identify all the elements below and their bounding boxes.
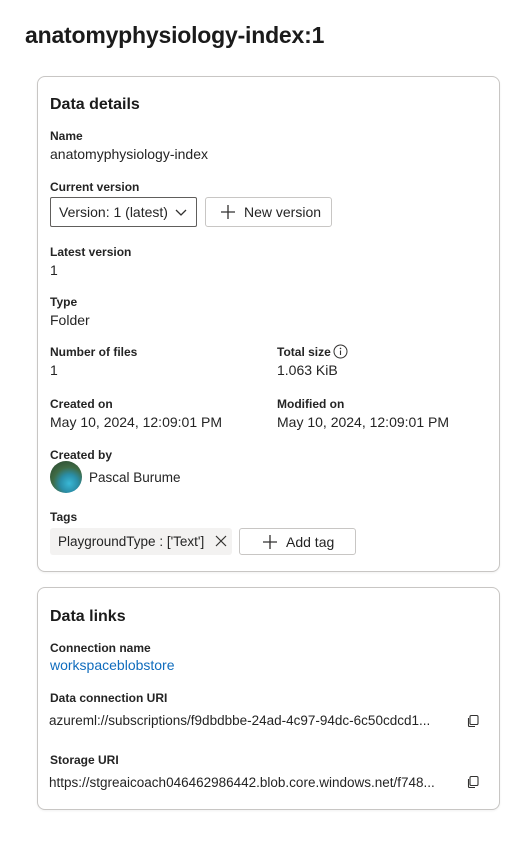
data-links-title: Data links <box>50 608 126 625</box>
latest-version-value: 1 <box>50 262 58 278</box>
new-version-button[interactable]: New version <box>205 197 332 227</box>
add-tag-button[interactable]: Add tag <box>239 528 356 555</box>
data-connection-uri-value: azureml://subscriptions/f9dbdbbe-24ad-4c… <box>49 713 431 728</box>
add-tag-label: Add tag <box>286 533 335 550</box>
created-by-label: Created by <box>50 448 113 462</box>
plus-icon <box>221 205 235 219</box>
info-icon[interactable] <box>333 344 348 359</box>
latest-version-label: Latest version <box>50 245 132 259</box>
page-title: anatomyphysiology-index:1 <box>25 22 325 48</box>
tag-chip: PlaygroundType : ['Text'] <box>50 528 232 555</box>
connection-name-link[interactable]: workspaceblobstore <box>50 657 175 673</box>
modified-on-value: May 10, 2024, 12:09:01 PM <box>277 414 449 430</box>
type-label: Type <box>50 295 78 309</box>
chevron-down-icon <box>175 209 187 216</box>
name-label: Name <box>50 129 83 143</box>
created-on-value: May 10, 2024, 12:09:01 PM <box>50 414 222 430</box>
data-details-title: Data details <box>50 96 140 113</box>
plus-icon <box>263 534 277 549</box>
created-by-value: Pascal Burume <box>89 470 181 485</box>
current-version-label: Current version <box>50 180 140 194</box>
tags-label: Tags <box>50 510 78 524</box>
copy-icon[interactable] <box>466 775 480 789</box>
close-icon[interactable] <box>214 534 228 548</box>
created-on-label: Created on <box>50 397 113 411</box>
modified-on-label: Modified on <box>277 397 345 411</box>
number-of-files-label: Number of files <box>50 345 138 359</box>
storage-uri-value: https://stgreaicoach046462986442.blob.co… <box>49 775 435 790</box>
storage-uri-label: Storage URI <box>50 753 119 767</box>
version-dropdown-value: Version: 1 (latest) <box>59 204 168 220</box>
avatar <box>50 461 82 493</box>
data-details-card: Data details Name anatomyphysiology-inde… <box>37 76 500 572</box>
total-size-value: 1.063 KiB <box>277 362 338 378</box>
type-value: Folder <box>50 312 90 328</box>
new-version-label: New version <box>244 204 322 220</box>
total-size-label: Total size <box>277 345 331 359</box>
data-links-card: Data links Connection name workspaceblob… <box>37 587 500 810</box>
number-of-files-value: 1 <box>50 362 58 378</box>
data-connection-uri-label: Data connection URI <box>50 691 168 705</box>
copy-icon[interactable] <box>466 714 480 728</box>
name-value: anatomyphysiology-index <box>50 146 208 162</box>
connection-name-label: Connection name <box>50 641 151 655</box>
version-dropdown[interactable]: Version: 1 (latest) <box>50 197 197 227</box>
tag-chip-label: PlaygroundType : ['Text'] <box>58 534 205 549</box>
